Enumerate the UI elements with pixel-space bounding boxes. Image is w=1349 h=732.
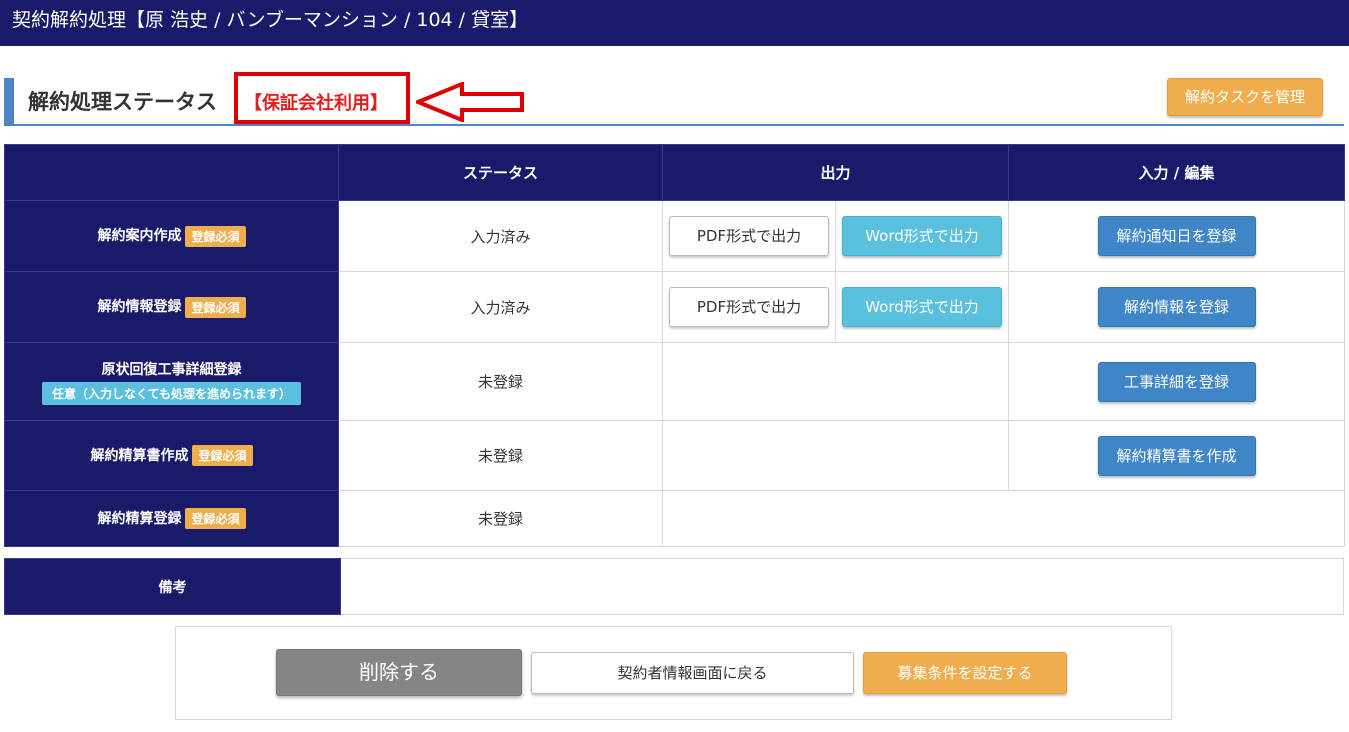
notes-label: 備考 — [4, 558, 341, 615]
table-row: 解約情報登録 登録必須 入力済み PDF形式で出力 Word形式で出力 解約情報を… — [4, 271, 1346, 343]
window-title-bar: 契約解約処理【原 浩史 / バンブーマンション / 104 / 貸室】 — [0, 0, 1349, 46]
row-label: 解約情報登録 登録必須 — [4, 271, 339, 343]
row-label: 解約精算書作成 登録必須 — [4, 420, 339, 491]
section-accent-bar — [4, 78, 14, 124]
edit-cell: 解約情報を登録 — [1008, 271, 1346, 343]
row-name: 解約精算登録 — [97, 510, 182, 527]
back-to-contractor-button[interactable]: 契約者情報画面に戻る — [531, 652, 854, 694]
required-badge: 登録必須 — [185, 296, 246, 318]
word-output-button[interactable]: Word形式で出力 — [842, 216, 1002, 256]
output-cell-empty — [661, 420, 1010, 491]
status-cell: 未登録 — [338, 420, 663, 491]
required-badge: 登録必須 — [185, 225, 246, 247]
row-label: 解約案内作成 登録必須 — [4, 200, 339, 272]
required-badge: 登録必須 — [192, 445, 253, 467]
row-name: 解約精算書作成 — [90, 447, 189, 464]
row-name: 解約案内作成 — [97, 228, 182, 245]
page-title: 契約解約処理【原 浩史 / バンブーマンション / 104 / 貸室】 — [12, 9, 529, 31]
create-settlement-statement-button[interactable]: 解約精算書を作成 — [1097, 435, 1256, 476]
edit-cell: 解約通知日を登録 — [1008, 200, 1346, 272]
register-cancellation-info-button[interactable]: 解約情報を登録 — [1097, 287, 1256, 327]
notes-table: 備考 — [4, 558, 1344, 615]
output-edit-cell-empty — [661, 490, 1346, 547]
guarantee-company-label: 【保証会社利用】 — [244, 93, 388, 114]
table-row: 解約精算書作成 登録必須 未登録 解約精算書を作成 — [4, 420, 1346, 491]
word-output-cell: Word形式で出力 — [834, 271, 1010, 343]
status-cell: 未登録 — [338, 342, 663, 421]
status-cell: 未登録 — [338, 490, 663, 547]
column-header-output: 出力 — [661, 144, 1010, 201]
notes-row: 備考 — [4, 558, 1344, 615]
column-header-status: ステータス — [338, 144, 663, 201]
column-header-item — [4, 144, 339, 201]
table-row: 原状回復工事詳細登録 任意（入力しなくても処理を進められます） 未登録 工事詳細… — [4, 342, 1346, 421]
delete-button[interactable]: 削除する — [276, 649, 522, 696]
cancellation-status-table: ステータス 出力 入力 / 編集 解約案内作成 登録必須 入力済み PDF形式で出… — [4, 144, 1346, 547]
section-title: 解約処理ステータス — [28, 90, 217, 114]
notes-value — [340, 558, 1344, 615]
set-recruitment-conditions-button[interactable]: 募集条件を設定する — [863, 652, 1067, 694]
word-output-button[interactable]: Word形式で出力 — [842, 287, 1002, 327]
optional-badge: 任意（入力しなくても処理を進められます） — [41, 381, 302, 405]
status-cell: 入力済み — [338, 271, 663, 343]
left-arrow-icon — [416, 82, 524, 122]
pdf-output-cell: PDF形式で出力 — [662, 200, 836, 272]
manage-cancellation-tasks-button[interactable]: 解約タスクを管理 — [1167, 78, 1323, 116]
edit-cell: 工事詳細を登録 — [1008, 342, 1346, 421]
section-header: 解約処理ステータス 【保証会社利用】 — [4, 72, 1344, 126]
row-label: 解約精算登録 登録必須 — [4, 490, 339, 547]
output-cell-empty — [661, 342, 1010, 421]
pdf-output-cell: PDF形式で出力 — [662, 271, 836, 343]
table-row: 解約精算登録 登録必須 未登録 — [4, 490, 1346, 547]
register-notice-date-button[interactable]: 解約通知日を登録 — [1097, 216, 1256, 256]
edit-cell: 解約精算書を作成 — [1008, 420, 1346, 491]
row-name: 原状回復工事詳細登録 — [101, 361, 242, 378]
row-name: 解約情報登録 — [97, 299, 182, 316]
pdf-output-button[interactable]: PDF形式で出力 — [669, 287, 829, 327]
row-label: 原状回復工事詳細登録 任意（入力しなくても処理を進められます） — [4, 342, 339, 421]
column-header-edit: 入力 / 編集 — [1008, 144, 1346, 201]
register-construction-details-button[interactable]: 工事詳細を登録 — [1097, 361, 1256, 402]
required-badge: 登録必須 — [185, 508, 246, 530]
table-row: 解約案内作成 登録必須 入力済み PDF形式で出力 Word形式で出力 解約通知日… — [4, 200, 1346, 272]
word-output-cell: Word形式で出力 — [834, 200, 1010, 272]
table-header-row: ステータス 出力 入力 / 編集 — [4, 144, 1346, 201]
status-cell: 入力済み — [338, 200, 663, 272]
pdf-output-button[interactable]: PDF形式で出力 — [669, 216, 829, 256]
